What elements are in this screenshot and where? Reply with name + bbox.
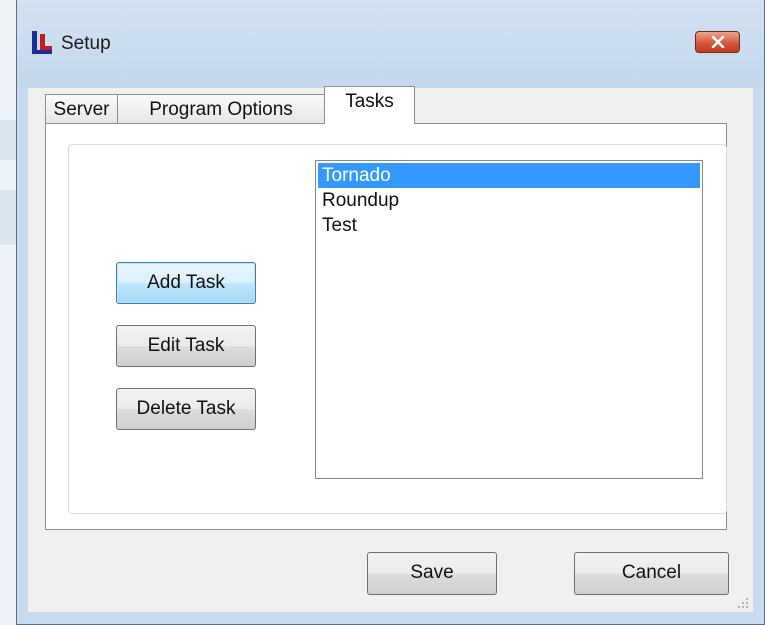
- resize-grip-icon[interactable]: [737, 597, 749, 609]
- dialog-client-area: Server Program Options Tasks Add Task Ed…: [28, 86, 753, 612]
- tab-server[interactable]: Server: [45, 94, 118, 124]
- close-icon: [711, 36, 725, 48]
- tab-program-options[interactable]: Program Options: [117, 94, 325, 124]
- save-button[interactable]: Save: [367, 552, 497, 595]
- app-logo-icon: [31, 30, 53, 56]
- title-bar[interactable]: Setup: [17, 0, 764, 88]
- close-button[interactable]: [695, 31, 740, 53]
- window-title: Setup: [61, 33, 111, 54]
- task-listbox[interactable]: Tornado Roundup Test: [315, 160, 703, 479]
- cancel-button[interactable]: Cancel: [574, 552, 729, 595]
- list-item[interactable]: Roundup: [318, 188, 700, 213]
- tasks-group-box: Add Task Edit Task Delete Task Tornado R…: [68, 144, 727, 514]
- add-task-button[interactable]: Add Task: [116, 262, 256, 304]
- list-item[interactable]: Tornado: [318, 163, 700, 188]
- tab-tasks[interactable]: Tasks: [324, 86, 415, 124]
- edit-task-button[interactable]: Edit Task: [116, 325, 256, 367]
- list-item[interactable]: Test: [318, 213, 700, 238]
- delete-task-button[interactable]: Delete Task: [116, 388, 256, 430]
- tasks-tab-panel: Add Task Edit Task Delete Task Tornado R…: [45, 123, 727, 530]
- setup-dialog: Setup Server Program Options Tasks Add T…: [16, 0, 765, 625]
